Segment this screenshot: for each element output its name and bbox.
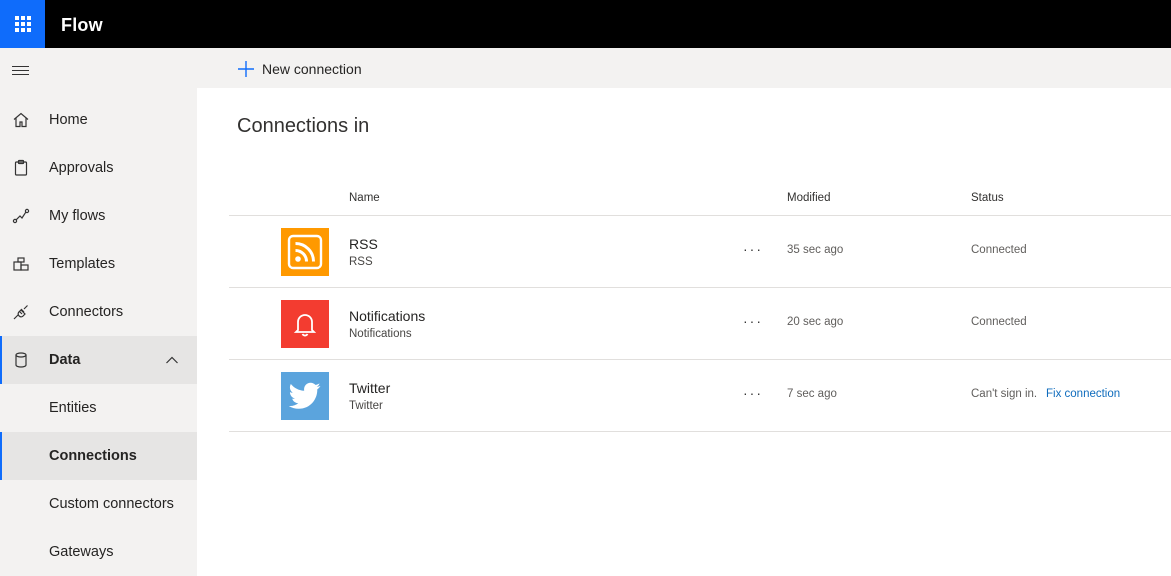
fix-connection-link[interactable]: Fix connection	[1046, 388, 1120, 400]
connection-name[interactable]: Twitter	[349, 380, 390, 396]
connection-name[interactable]: RSS	[349, 236, 378, 252]
sidebar-item-label: My flows	[49, 208, 106, 224]
database-icon	[15, 352, 27, 368]
sidebar-item-label: Connectors	[49, 304, 124, 320]
new-connection-button[interactable]: New connection	[237, 58, 362, 80]
modified-time: 7 sec ago	[787, 388, 837, 400]
status-text: Connected	[971, 316, 1027, 328]
column-header-name[interactable]: Name	[349, 192, 380, 204]
templates-icon	[13, 257, 29, 271]
sidebar-item-gateways[interactable]: Gateways	[0, 528, 197, 576]
sidebar-item-label: Approvals	[49, 160, 114, 176]
table-row[interactable]: Twitter Twitter ··· 7 sec ago Can't sign…	[229, 360, 1171, 432]
connection-name[interactable]: Notifications	[349, 308, 425, 324]
sidebar-item-approvals[interactable]: Approvals	[0, 144, 197, 192]
flow-icon	[12, 208, 30, 224]
sidebar: Home Approvals My flows Templates Connec…	[0, 48, 197, 576]
connection-subtitle: Twitter	[349, 400, 383, 412]
connection-subtitle: Notifications	[349, 328, 412, 340]
chevron-up-icon[interactable]	[165, 353, 179, 367]
home-icon	[13, 112, 29, 128]
sidebar-item-label: Templates	[49, 256, 116, 272]
clipboard-icon	[14, 159, 28, 176]
app-title[interactable]: Flow	[61, 0, 103, 48]
more-options-icon[interactable]: ···	[743, 241, 763, 257]
selection-indicator	[0, 336, 2, 384]
sidebar-item-label: Gateways	[49, 544, 114, 560]
hamburger-menu-icon[interactable]	[12, 64, 30, 78]
column-header-modified[interactable]: Modified	[787, 192, 830, 204]
plug-icon	[13, 305, 28, 320]
new-connection-label: New connection	[262, 61, 362, 77]
connections-table: Name Modified Status RSS RSS ··· 35 sec …	[229, 186, 1171, 432]
rss-icon	[281, 228, 329, 276]
more-options-icon[interactable]: ···	[743, 313, 763, 329]
bell-icon	[281, 300, 329, 348]
sidebar-item-label: Custom connectors	[49, 496, 174, 512]
table-row[interactable]: RSS RSS ··· 35 sec ago Connected	[229, 216, 1171, 288]
sidebar-item-label: Connections	[49, 448, 137, 464]
sidebar-item-entities[interactable]: Entities	[0, 384, 197, 432]
command-bar: New connection	[197, 48, 1171, 88]
table-header: Name Modified Status	[229, 186, 1171, 216]
sidebar-item-home[interactable]: Home	[0, 96, 197, 144]
table-row[interactable]: Notifications Notifications ··· 20 sec a…	[229, 288, 1171, 360]
connection-subtitle: RSS	[349, 256, 373, 268]
modified-time: 20 sec ago	[787, 316, 844, 328]
sidebar-item-connectors[interactable]: Connectors	[0, 288, 197, 336]
sidebar-item-label: Entities	[49, 400, 97, 416]
sidebar-item-data[interactable]: Data	[0, 336, 197, 384]
column-header-status[interactable]: Status	[971, 192, 1004, 204]
sidebar-item-connections[interactable]: Connections	[0, 432, 197, 480]
sidebar-item-templates[interactable]: Templates	[0, 240, 197, 288]
selection-indicator	[0, 432, 2, 480]
page-title: Connections in	[237, 115, 370, 137]
sidebar-item-my-flows[interactable]: My flows	[0, 192, 197, 240]
sidebar-item-custom-connectors[interactable]: Custom connectors	[0, 480, 197, 528]
status-text: Can't sign in.	[971, 388, 1038, 400]
status-text: Connected	[971, 244, 1027, 256]
sidebar-item-label: Home	[49, 112, 88, 128]
twitter-bird-icon	[281, 372, 329, 420]
top-bar: Flow	[0, 0, 1171, 48]
plus-icon	[238, 61, 254, 77]
more-options-icon[interactable]: ···	[743, 385, 763, 401]
modified-time: 35 sec ago	[787, 244, 844, 256]
app-launcher-waffle-icon[interactable]	[0, 0, 45, 48]
sidebar-item-label: Data	[49, 352, 81, 368]
